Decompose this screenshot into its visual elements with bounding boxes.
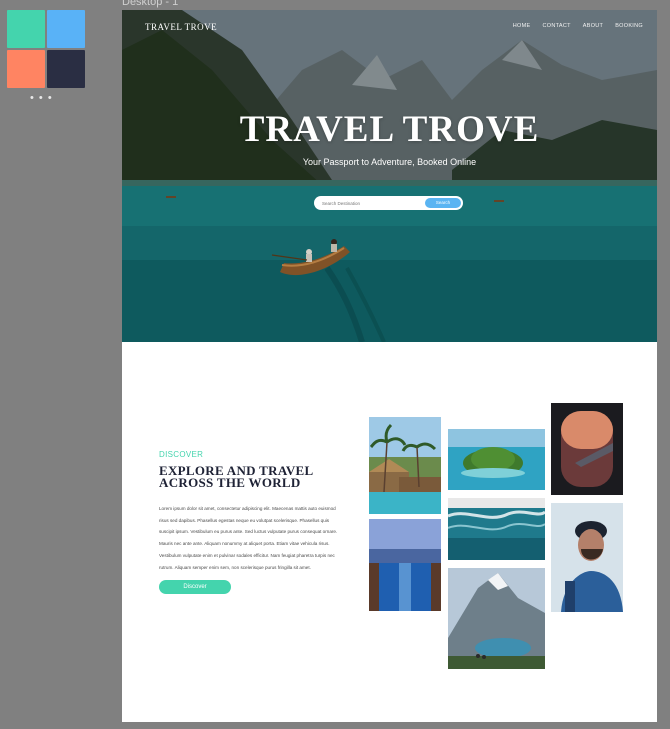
swatch-mint[interactable]: [7, 10, 45, 48]
island-photo: [448, 429, 545, 490]
ocean-waves-photo: [448, 498, 545, 560]
nav-contact[interactable]: CONTACT: [542, 23, 570, 29]
discover-title: EXPLORE AND TRAVEL ACROSS THE WORLD: [159, 464, 313, 490]
frame-label: Desktop - 1: [122, 0, 179, 8]
main-nav: HOME CONTACT ABOUT BOOKING: [513, 23, 643, 29]
search-input[interactable]: [322, 198, 412, 208]
search-button[interactable]: Search: [425, 198, 461, 208]
site-logo[interactable]: TRAVEL TROVE: [145, 22, 217, 32]
airplane-window-photo: [551, 403, 623, 495]
nav-home[interactable]: HOME: [513, 23, 531, 29]
hero-section: TRAVEL TROVE HOME CONTACT ABOUT BOOKING …: [122, 10, 657, 342]
infinity-pool-photo: [369, 519, 441, 611]
swatch-coral[interactable]: [7, 50, 45, 88]
discover-body-text: Lorem ipsum dolor sit amet, consectetur …: [159, 506, 338, 570]
discover-title-line2: ACROSS THE WORLD: [159, 475, 301, 490]
search-bar: Search: [314, 196, 463, 210]
resort-palms-photo: [369, 417, 441, 514]
desktop-artboard: TRAVEL TROVE HOME CONTACT ABOUT BOOKING …: [122, 10, 657, 722]
swatch-sky-blue[interactable]: [47, 10, 85, 48]
hero-title: TRAVEL TROVE: [239, 109, 540, 150]
discover-button[interactable]: Discover: [159, 580, 231, 594]
mountain-lake-photo: [448, 568, 545, 669]
color-swatches: [7, 10, 87, 88]
bearded-traveler-photo: [551, 503, 623, 612]
nav-booking[interactable]: BOOKING: [615, 23, 643, 29]
more-swatches-icon[interactable]: • • •: [30, 92, 53, 104]
discover-eyebrow: DISCOVER: [159, 450, 204, 459]
hero-subtitle: Your Passport to Adventure, Booked Onlin…: [302, 157, 477, 167]
swatch-navy[interactable]: [47, 50, 85, 88]
nav-about[interactable]: ABOUT: [583, 23, 603, 29]
